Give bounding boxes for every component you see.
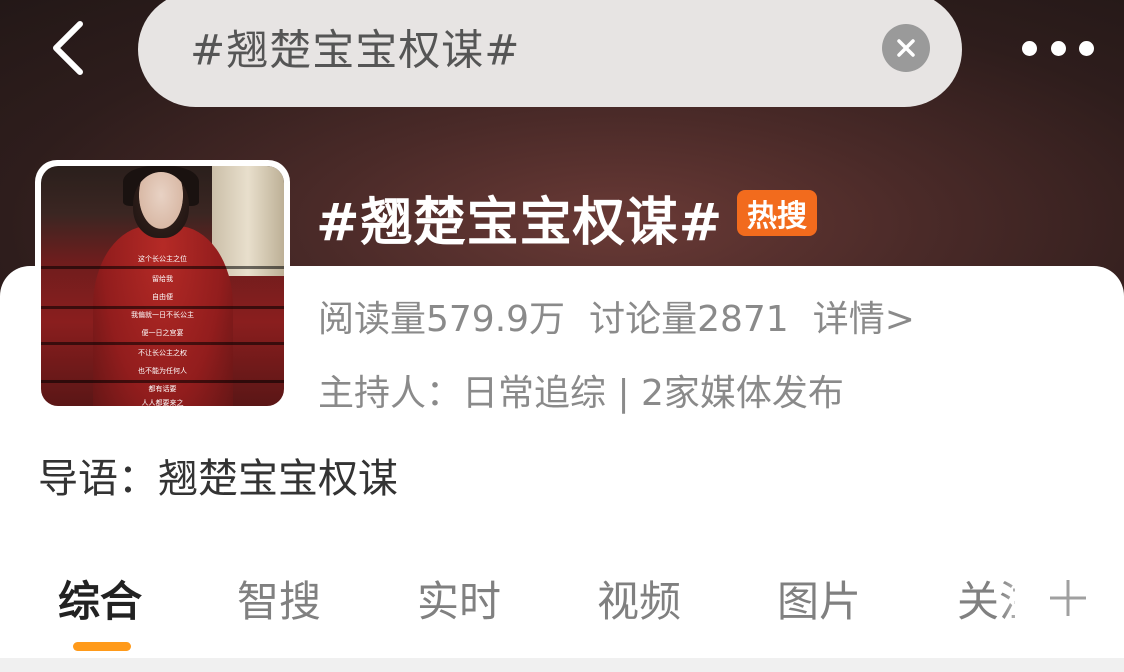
- tab-overflow-fade: [1000, 560, 1040, 630]
- clear-icon: [897, 39, 915, 57]
- thumbnail-subtitle: 都有话要: [148, 385, 177, 393]
- thumbnail-subtitle: 自由便: [152, 293, 173, 301]
- thumbnail-subtitle: 人人都要来之: [141, 399, 184, 406]
- plus-icon: [1050, 580, 1086, 616]
- topic-guide: 导语：翘楚宝宝权谋: [38, 456, 398, 502]
- bottom-divider: [0, 658, 1124, 672]
- more-icon: [1022, 40, 1037, 56]
- tab-realtime[interactable]: 实时: [417, 568, 501, 629]
- thumbnail-subtitle: 这个长公主之位: [138, 255, 187, 263]
- tab-video[interactable]: 视频: [597, 568, 681, 629]
- hot-search-badge: 热搜: [737, 190, 817, 236]
- topic-stats: 阅读量579.9万 讨论量2871 详情>: [318, 290, 939, 342]
- host-info[interactable]: 主持人：日常追综 | 2家媒体发布: [318, 364, 844, 416]
- tab-images[interactable]: 图片: [777, 568, 861, 629]
- more-button[interactable]: [1022, 38, 1094, 58]
- search-bar[interactable]: #翘楚宝宝权谋#: [138, 0, 962, 107]
- active-tab-indicator: [73, 642, 131, 651]
- search-input[interactable]: #翘楚宝宝权谋#: [190, 17, 520, 78]
- thumbnail-subtitle: 不让长公主之权: [138, 349, 187, 357]
- topic-thumbnail[interactable]: 这个长公主之位 留给我 自由便 我偏就一日不长公主 便一日之宫宴 不让长公主之权…: [35, 160, 290, 412]
- tab-bar: 综合 智搜 实时 视频 图片 关注: [0, 568, 1124, 628]
- thumbnail-subtitle: 留给我: [152, 275, 173, 283]
- topic-title: #翘楚宝宝权谋#: [316, 193, 724, 253]
- tab-smart-search[interactable]: 智搜: [237, 568, 321, 629]
- thumbnail-subtitle: 我偏就一日不长公主: [131, 311, 194, 319]
- tab-comprehensive[interactable]: 综合: [58, 568, 142, 629]
- back-button[interactable]: [40, 18, 96, 78]
- discussion-count: 讨论量2871: [589, 299, 789, 340]
- read-count: 阅读量579.9万: [318, 299, 566, 340]
- thumbnail-subtitle: 便一日之宫宴: [141, 329, 184, 337]
- thumbnail-subtitle: 也不能为任何人: [138, 367, 187, 375]
- add-tab-button[interactable]: [1038, 568, 1098, 628]
- details-link[interactable]: 详情>: [813, 299, 915, 340]
- clear-search-button[interactable]: [882, 24, 930, 72]
- back-arrow-icon: [53, 21, 83, 75]
